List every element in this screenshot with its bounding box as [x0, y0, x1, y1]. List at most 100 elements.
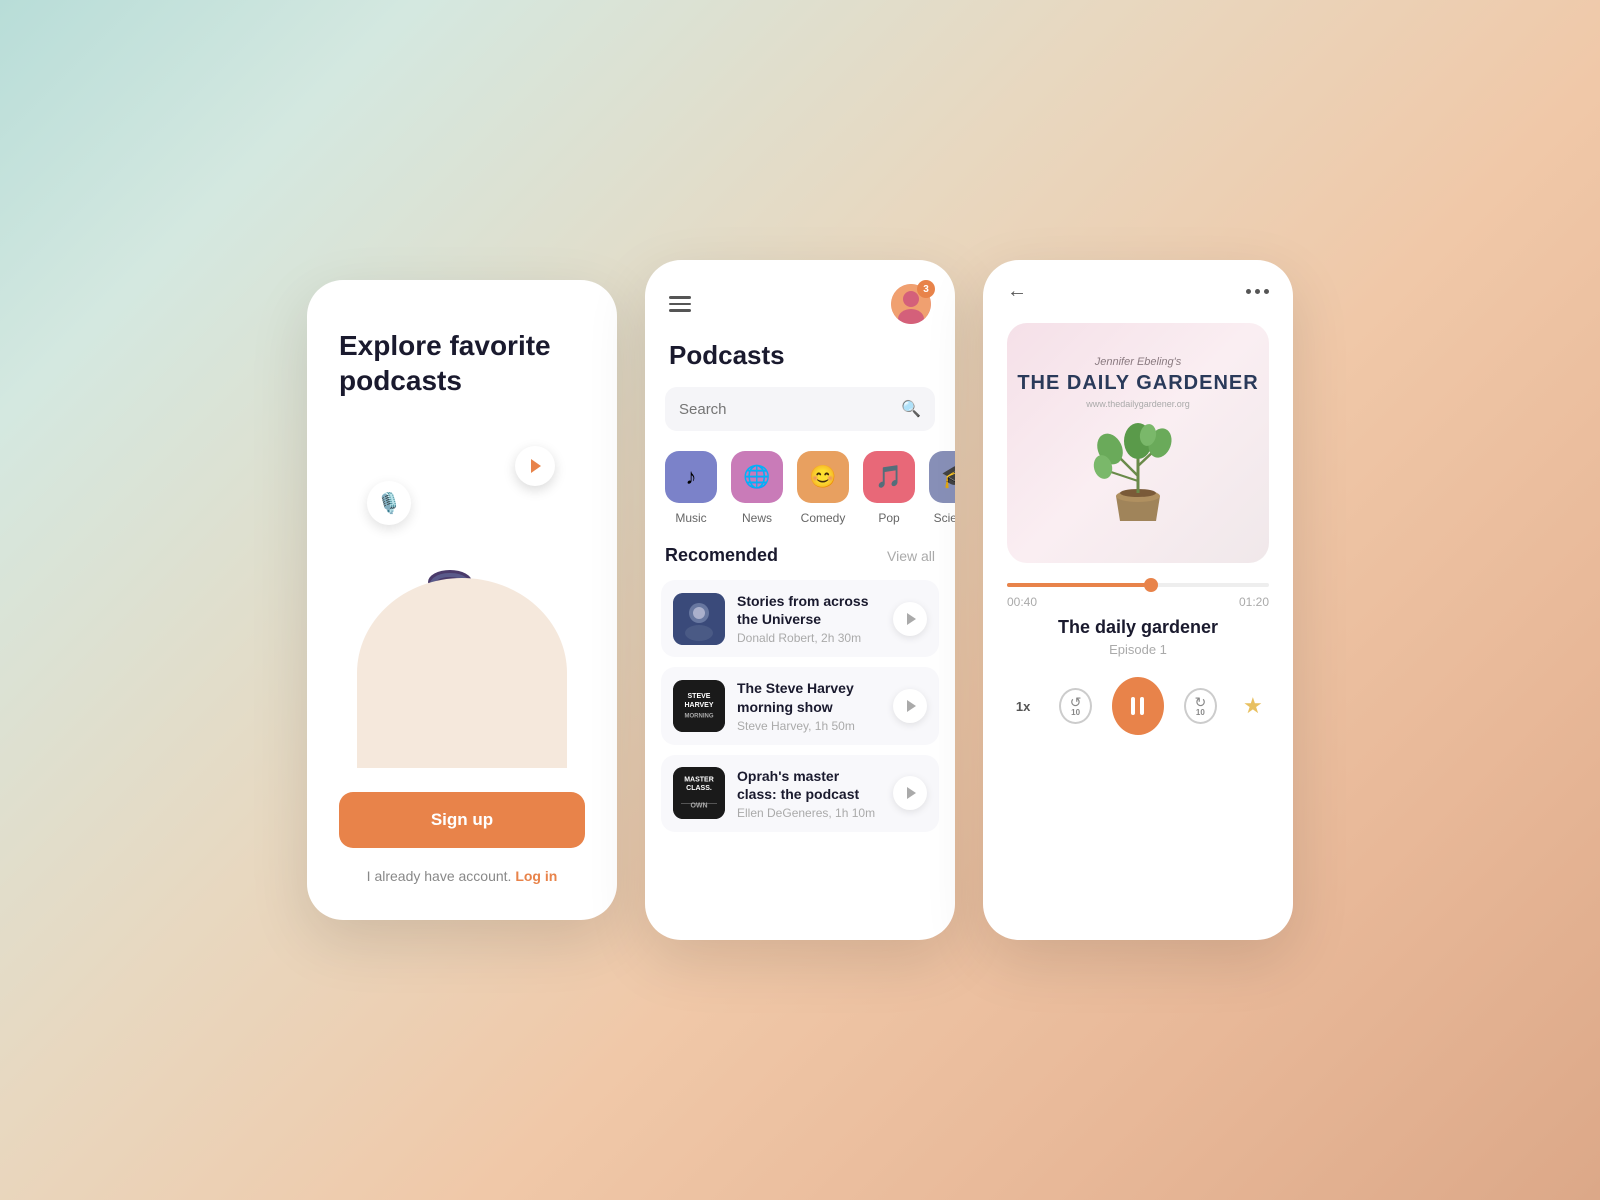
- plant-illustration: [1088, 421, 1188, 531]
- speed-button[interactable]: 1x: [1007, 699, 1039, 714]
- album-art: Jennifer Ebeling's THE DAILY GARDENER ww…: [1007, 323, 1269, 563]
- podcasts-header: 3: [645, 260, 955, 332]
- podcast-item-oprah[interactable]: MASTER CLASS. OWN Oprah's master class: …: [661, 755, 939, 832]
- podcast-thumb-stories: [673, 593, 725, 645]
- podcast-thumb-oprah: MASTER CLASS. OWN: [673, 767, 725, 819]
- play-icon-oprah: [907, 787, 916, 799]
- dot-3: [1264, 289, 1269, 294]
- category-science[interactable]: 🎓 Science: [929, 451, 955, 525]
- skip-forward-label: 10: [1196, 709, 1205, 717]
- pause-bar-right: [1140, 697, 1144, 715]
- pause-bar-left: [1131, 697, 1135, 715]
- play-button-stories[interactable]: [893, 602, 927, 636]
- progress-times: 00:40 01:20: [1007, 595, 1269, 609]
- signup-button[interactable]: Sign up: [339, 792, 585, 848]
- time-total: 01:20: [1239, 595, 1269, 609]
- dot-2: [1255, 289, 1260, 294]
- player-screen: ← Jennifer Ebeling's THE DAILY GARDENER …: [983, 260, 1293, 940]
- podcast-meta-steve: Steve Harvey, 1h 50m: [737, 719, 881, 733]
- play-icon: [531, 459, 541, 473]
- category-music[interactable]: ♪ Music: [665, 451, 717, 525]
- play-icon-stories: [907, 613, 916, 625]
- play-button-steve[interactable]: [893, 689, 927, 723]
- podcast-thumb-steve: STEVE HARVEY MORNING: [673, 680, 725, 732]
- news-category-icon: 🌐: [731, 451, 783, 503]
- podcast-title-oprah: Oprah's master class: the podcast: [737, 767, 881, 803]
- svg-text:OWN: OWN: [690, 803, 707, 810]
- podcast-title-stories: Stories from across the Universe: [737, 592, 881, 628]
- more-options-button[interactable]: [1246, 289, 1269, 294]
- skip-forward-button[interactable]: ↻ 10: [1184, 688, 1217, 724]
- player-header: ←: [1007, 280, 1269, 303]
- science-label: Science: [934, 511, 955, 525]
- news-label: News: [742, 511, 772, 525]
- onboarding-title: Explore favorite podcasts: [339, 328, 585, 398]
- categories-list: ♪ Music 🌐 News 😊 Comedy 🎵 Pop 🎓 Science: [645, 451, 955, 545]
- search-icon: 🔍: [901, 399, 921, 419]
- search-input[interactable]: [679, 401, 893, 418]
- podcast-info-steve: The Steve Harvey morning show Steve Harv…: [737, 679, 881, 732]
- podcast-item-steve[interactable]: STEVE HARVEY MORNING The Steve Harvey mo…: [661, 667, 939, 744]
- progress-area: 00:40 01:20: [1007, 583, 1269, 609]
- menu-line-2: [669, 303, 691, 306]
- pause-icon: [1131, 697, 1144, 715]
- track-episode: Episode 1: [1007, 642, 1269, 657]
- skip-back-label: 10: [1071, 709, 1080, 717]
- podcasts-title: Podcasts: [645, 332, 955, 387]
- notification-badge: 3: [917, 280, 935, 298]
- svg-text:MASTER: MASTER: [684, 777, 714, 784]
- music-category-icon: ♪: [665, 451, 717, 503]
- view-all-link[interactable]: View all: [887, 548, 935, 564]
- category-news[interactable]: 🌐 News: [731, 451, 783, 525]
- podcast-item-stories[interactable]: Stories from across the Universe Donald …: [661, 580, 939, 657]
- pause-button[interactable]: [1112, 677, 1164, 735]
- microphone-icon: 🎙️: [377, 491, 402, 516]
- player-controls: 1x ↺ 10 ↻ 10 ★: [1007, 677, 1269, 735]
- svg-text:CLASS.: CLASS.: [686, 785, 712, 792]
- podcasts-screen: 3 Podcasts 🔍 ♪ Music 🌐 News 😊 Comedy 🎵 P…: [645, 260, 955, 940]
- recommended-title: Recomended: [665, 545, 778, 566]
- podcast-info-stories: Stories from across the Universe Donald …: [737, 592, 881, 645]
- podcast-meta-oprah: Ellen DeGeneres, 1h 10m: [737, 806, 881, 820]
- recommended-header: Recomended View all: [645, 545, 955, 580]
- science-category-icon: 🎓: [929, 451, 955, 503]
- back-button[interactable]: ←: [1007, 280, 1027, 303]
- pop-label: Pop: [878, 511, 899, 525]
- menu-line-1: [669, 296, 691, 299]
- skip-back-arrow-icon: ↺: [1070, 695, 1082, 709]
- mic-bubble: 🎙️: [367, 481, 411, 525]
- svg-text:MORNING: MORNING: [685, 714, 714, 720]
- time-current: 00:40: [1007, 595, 1037, 609]
- favorite-button[interactable]: ★: [1237, 688, 1269, 724]
- pop-category-icon: 🎵: [863, 451, 915, 503]
- podcast-list: Stories from across the Universe Donald …: [645, 580, 955, 940]
- track-title: The daily gardener: [1007, 617, 1269, 638]
- thumb-image-steve: STEVE HARVEY MORNING: [673, 680, 725, 732]
- illustration-area: 🎙️: [339, 426, 585, 768]
- skip-back-button[interactable]: ↺ 10: [1059, 688, 1092, 724]
- category-pop[interactable]: 🎵 Pop: [863, 451, 915, 525]
- album-subtitle: Jennifer Ebeling's: [1095, 356, 1182, 368]
- podcast-info-oprah: Oprah's master class: the podcast Ellen …: [737, 767, 881, 820]
- podcast-title-steve: The Steve Harvey morning show: [737, 679, 881, 715]
- dot-1: [1246, 289, 1251, 294]
- comedy-category-icon: 😊: [797, 451, 849, 503]
- star-icon: ★: [1243, 693, 1263, 719]
- menu-line-3: [669, 309, 691, 312]
- search-bar[interactable]: 🔍: [665, 387, 935, 431]
- svg-text:HARVEY: HARVEY: [684, 702, 713, 709]
- music-label: Music: [675, 511, 706, 525]
- user-avatar-wrap[interactable]: 3: [891, 284, 931, 324]
- category-comedy[interactable]: 😊 Comedy: [797, 451, 849, 525]
- album-main-title: THE DAILY GARDENER: [1017, 372, 1258, 395]
- progress-bar[interactable]: [1007, 583, 1269, 587]
- podcast-meta-stories: Donald Robert, 2h 30m: [737, 631, 881, 645]
- login-link[interactable]: Log in: [515, 868, 557, 884]
- svg-text:STEVE: STEVE: [688, 693, 711, 700]
- menu-button[interactable]: [669, 296, 691, 312]
- comedy-label: Comedy: [801, 511, 846, 525]
- play-button-oprah[interactable]: [893, 776, 927, 810]
- illustration-bg: [357, 578, 567, 768]
- thumb-image-oprah: MASTER CLASS. OWN: [673, 767, 725, 819]
- album-url: www.thedailygardener.org: [1086, 399, 1190, 409]
